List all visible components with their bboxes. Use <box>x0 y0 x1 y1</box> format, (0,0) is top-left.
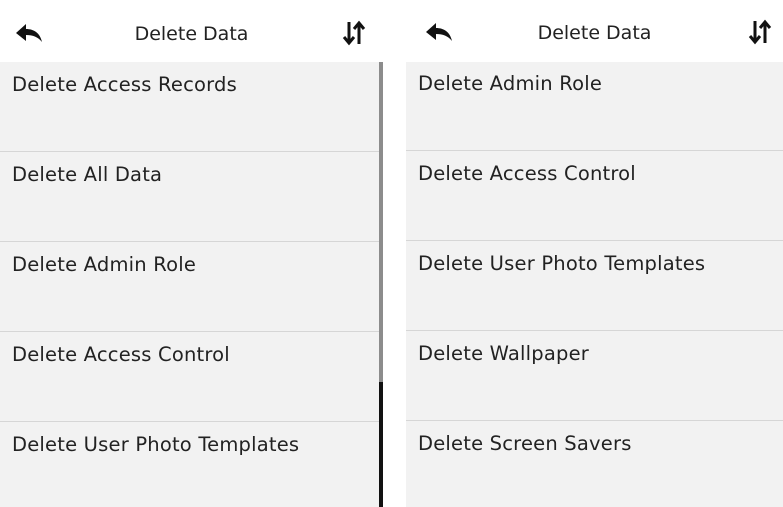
list-item[interactable]: Delete Access Control <box>0 332 383 422</box>
list-item[interactable]: Delete Access Records <box>0 62 383 152</box>
device-screen-left: Delete Data Delete Access Records Delete… <box>0 0 383 507</box>
list-item[interactable]: Delete Wallpaper <box>406 331 783 421</box>
list-item-label: Delete Access Control <box>418 162 636 185</box>
page-title: Delete Data <box>537 22 652 44</box>
scrollbar-thumb[interactable] <box>379 62 383 507</box>
list-item-label: Delete Access Records <box>12 73 237 96</box>
device-screen-right: Delete Data Delete Admin Role Delete Acc… <box>406 0 783 507</box>
list-item[interactable]: Delete User Photo Templates <box>0 422 383 507</box>
list-item-label: Delete All Data <box>12 163 163 186</box>
header-bar: Delete Data <box>406 0 783 62</box>
page-title: Delete Data <box>134 23 249 45</box>
menu-list: Delete Access Records Delete All Data De… <box>0 62 383 507</box>
scrollbar[interactable] <box>379 62 383 507</box>
list-item[interactable]: Delete All Data <box>0 152 383 242</box>
list-item[interactable]: Delete Access Control <box>406 151 783 241</box>
list-item-label: Delete Access Control <box>12 343 230 366</box>
list-item-label: Delete Admin Role <box>12 253 197 276</box>
sort-arrows-icon[interactable] <box>341 20 367 46</box>
list-item[interactable]: Delete Admin Role <box>0 242 383 332</box>
list-item-label: Delete Admin Role <box>418 72 603 95</box>
sort-arrows-icon[interactable] <box>747 19 773 45</box>
list-item-label: Delete Wallpaper <box>418 342 590 365</box>
list-item[interactable]: Delete Admin Role <box>406 61 783 151</box>
list-item-label: Delete User Photo Templates <box>12 433 300 456</box>
list-item[interactable]: Delete User Photo Templates <box>406 241 783 331</box>
list-item-label: Delete Screen Savers <box>418 432 632 455</box>
header-bar: Delete Data <box>0 0 383 62</box>
menu-list: Delete Admin Role Delete Access Control … <box>406 61 783 507</box>
list-item-label: Delete User Photo Templates <box>418 252 706 275</box>
list-item[interactable]: Delete Screen Savers <box>406 421 783 507</box>
